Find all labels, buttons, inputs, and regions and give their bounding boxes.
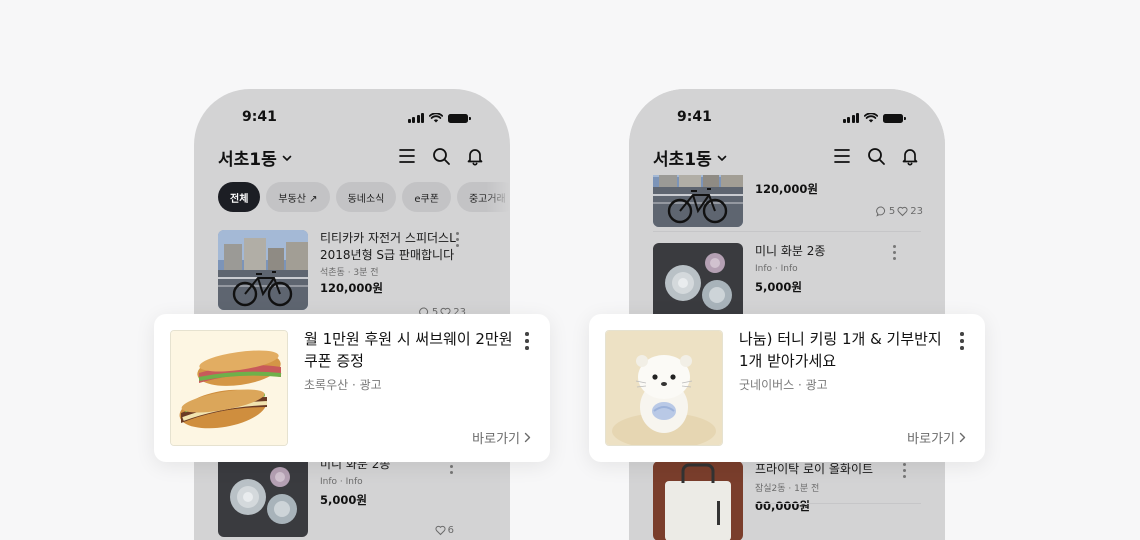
location-label: 서초1동 [653,150,712,170]
ad-image [170,330,288,446]
status-time: 9:41 [677,109,712,125]
ad-cta-label: 바로가기 [472,432,520,447]
chevron-right-icon [524,432,531,443]
status-time: 9:41 [242,109,277,125]
listing-title: 티티카카 자전거 스피더스L 2018년형 S급 판매합니다 [320,231,456,262]
divider [653,231,921,232]
heart-icon [435,525,446,536]
signal-icon [842,113,859,123]
listing-stats: 6 [435,525,454,536]
ad-meta: 굿네이버스 · 광고 [739,378,828,392]
listing-bag[interactable]: 프라이탁 로이 올화이트 잠실2동 · 1분 전 00,000원 [653,461,923,540]
status-bar: 9:41 [629,89,945,145]
listing-bicycle[interactable]: 티티카카 자전거 스피더스L 2018년형 S급 판매합니다 석촌동 · 3분 … [218,230,488,325]
chevron-down-icon [282,155,292,161]
header-actions [831,145,921,167]
listing-price: 120,000원 [320,281,383,295]
chip-all[interactable]: 전체 [218,182,261,212]
comment-icon [876,206,885,217]
chevron-right-icon [959,432,966,443]
app-header: 서초1동 [653,145,921,170]
listing-meta: 석촌동 · 3분 전 [320,268,379,278]
listing-thumbnail [653,461,743,540]
more-vertical-icon[interactable] [454,232,460,248]
location-label: 서초1동 [218,150,277,170]
chip-real-estate[interactable]: 부동산 ↗ [266,182,330,212]
menu-icon[interactable] [396,145,418,167]
heart-icon [897,206,908,217]
search-icon[interactable] [430,145,452,167]
listing-price: 5,000원 [755,280,802,294]
more-vertical-icon[interactable] [524,332,530,350]
wifi-icon [864,113,878,123]
like-count: 23 [910,206,923,217]
battery-icon [883,113,906,123]
ad-cta-label: 바로가기 [907,432,955,447]
more-vertical-icon[interactable] [901,463,907,479]
battery-icon [448,113,471,123]
ad-title: 월 1만원 후원 시 써브웨이 2만원 쿠폰 증정 [304,330,513,370]
listing-price: 120,000원 [755,182,818,196]
ad-meta: 초록우산 · 광고 [304,378,382,392]
comment-count: 5 [888,206,896,217]
ad-cta-link[interactable]: 바로가기 [472,428,532,447]
status-bar: 9:41 [194,89,510,145]
location-selector[interactable]: 서초1동 [218,145,293,170]
listing-stats: 5 23 [876,206,923,217]
listing-meta: Info · Info [320,477,363,487]
header-actions [396,145,486,167]
bell-icon[interactable] [464,145,486,167]
listing-succulent[interactable]: 미니 화분 2종 Info · Info 5,000원 [653,243,923,323]
listing-thumbnail [218,457,308,537]
chevron-down-icon [717,155,727,161]
chip-fade [486,177,510,217]
ad-card-subway[interactable]: 월 1만원 후원 시 써브웨이 2만원 쿠폰 증정 초록우산 · 광고 바로가기 [154,314,550,462]
canvas: 9:41 서초1동 전체 부동산 ↗ 동네소식 e쿠폰 티티카카 자전거 스피더… [0,0,1140,540]
menu-icon[interactable] [831,145,853,167]
category-chips: 전체 부동산 ↗ 동네소식 e쿠폰 중고거래 [218,182,510,212]
chip-neighborhood-news[interactable]: 동네소식 [335,182,397,212]
listing-price: 5,000원 [320,493,367,507]
signal-icon [407,113,424,123]
more-vertical-icon[interactable] [891,245,897,261]
divider [755,503,921,504]
like-count: 6 [447,525,454,536]
ad-image [605,330,723,446]
status-icons [842,113,906,123]
ad-card-keyring[interactable]: 나눔) 터니 키링 1개 & 기부반지 1개 받아가세요 굿네이버스 · 광고 … [589,314,985,462]
listing-succulent[interactable]: 미니 화분 2종 Info · Info 5,000원 6 [218,457,488,540]
bell-icon[interactable] [899,145,921,167]
listing-meta: Info · Info [755,264,798,274]
more-vertical-icon[interactable] [959,332,965,350]
search-icon[interactable] [865,145,887,167]
app-header: 서초1동 [218,145,486,170]
listing-meta: 잠실2동 · 1분 전 [755,484,820,494]
ad-title: 나눔) 터니 키링 1개 & 기부반지 1개 받아가세요 [739,330,942,370]
listing-thumbnail [653,243,743,323]
status-icons [407,113,471,123]
ad-cta-link[interactable]: 바로가기 [907,428,967,447]
wifi-icon [429,113,443,123]
listing-title: 미니 화분 2종 [755,244,826,258]
listing-thumbnail [218,230,308,310]
listing-price: 00,000원 [755,499,810,513]
chip-e-coupon[interactable]: e쿠폰 [402,182,451,212]
location-selector[interactable]: 서초1동 [653,145,728,170]
listing-title: 프라이탁 로이 올화이트 [755,462,874,476]
